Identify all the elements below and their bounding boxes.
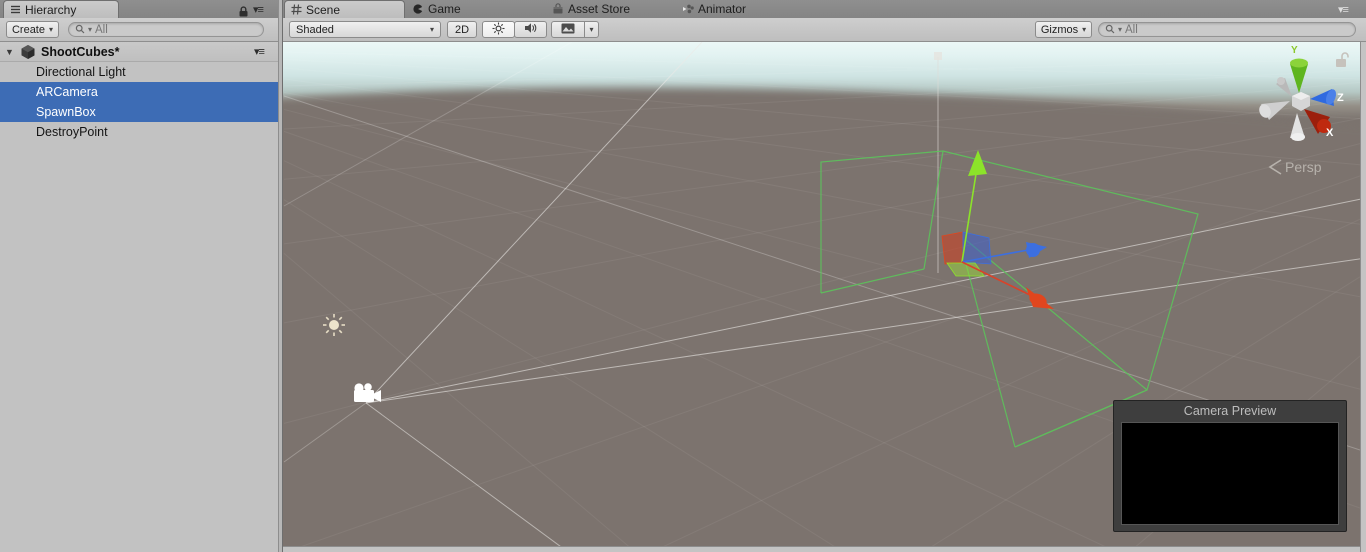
unity-editor-window: Hierarchy ▾≡ Create ▾ ▾ All ▼ ShootCubes… bbox=[0, 0, 1366, 552]
item-label: SpawnBox bbox=[36, 105, 96, 119]
create-button[interactable]: Create ▾ bbox=[6, 21, 59, 38]
tab-animator[interactable]: Animator bbox=[676, 0, 788, 18]
item-label: Directional Light bbox=[36, 65, 126, 79]
scene-header-row[interactable]: ▼ ShootCubes* ▾≡ bbox=[0, 42, 278, 62]
viewport-lock-icon[interactable] bbox=[1336, 52, 1349, 67]
scene-viewport[interactable]: Y Z X Persp Camera Preview bbox=[283, 42, 1360, 546]
create-button-label: Create bbox=[11, 23, 45, 36]
tab-scene[interactable]: Scene bbox=[284, 0, 405, 18]
camera-preview-panel: Camera Preview bbox=[1113, 400, 1347, 532]
tab-hierarchy-label: Hierarchy bbox=[25, 2, 77, 17]
move-gizmo-plane-x[interactable] bbox=[941, 231, 964, 265]
hierarchy-list-icon bbox=[10, 4, 21, 15]
scene-panel-menu-icon[interactable]: ▾≡ bbox=[1338, 3, 1349, 16]
hierarchy-item-arcamera[interactable]: ARCamera bbox=[0, 82, 278, 102]
chevron-down-icon: ▾ bbox=[589, 24, 594, 34]
axis-label-z: Z bbox=[1337, 92, 1344, 104]
chevron-down-icon: ▾ bbox=[429, 24, 434, 34]
hierarchy-search-placeholder: All bbox=[95, 23, 108, 36]
audio-toggle-button[interactable] bbox=[514, 21, 547, 38]
scene-grid-icon bbox=[291, 4, 302, 15]
lighting-toggle-button[interactable] bbox=[482, 21, 515, 38]
search-icon bbox=[1105, 24, 1116, 35]
hierarchy-search-input[interactable]: ▾ All bbox=[68, 22, 264, 37]
hierarchy-item-destroypoint[interactable]: DestroyPoint bbox=[0, 122, 278, 142]
directional-light-gizmo[interactable] bbox=[323, 314, 345, 336]
move-gizmo-arrow-z-cap bbox=[1026, 243, 1040, 257]
sun-icon bbox=[492, 22, 505, 38]
2d-toggle-button[interactable]: 2D bbox=[447, 21, 477, 38]
2d-label: 2D bbox=[454, 23, 470, 36]
effects-toggle-button[interactable] bbox=[551, 21, 585, 38]
gizmos-label: Gizmos bbox=[1040, 23, 1079, 36]
search-filter-caret-icon: ▾ bbox=[1118, 24, 1123, 34]
draw-mode-dropdown[interactable]: Shaded ▾ bbox=[289, 21, 441, 38]
gizmos-dropdown[interactable]: Gizmos ▾ bbox=[1035, 21, 1092, 38]
axis-label-x: X bbox=[1326, 127, 1334, 139]
chevron-down-icon: ▾ bbox=[1082, 24, 1087, 34]
camera-preview-title: Camera Preview bbox=[1183, 404, 1277, 418]
tab-game[interactable]: Game bbox=[406, 0, 527, 18]
draw-mode-label: Shaded bbox=[296, 23, 334, 36]
hierarchy-panel-menu-icon[interactable]: ▾≡ bbox=[253, 3, 264, 16]
scene-name-label: ShootCubes* bbox=[41, 45, 120, 59]
hierarchy-tabstrip: Hierarchy ▾≡ bbox=[0, 0, 278, 18]
animator-icon bbox=[682, 3, 694, 15]
game-icon bbox=[412, 3, 424, 15]
hierarchy-item-spawnbox[interactable]: SpawnBox bbox=[0, 102, 278, 122]
scene-header-menu-icon[interactable]: ▾≡ bbox=[254, 45, 265, 58]
scene-tabstrip: Scene Game Asset Store Animator ▾≡ bbox=[283, 0, 1366, 18]
search-filter-caret-icon: ▾ bbox=[88, 24, 93, 34]
tab-hierarchy[interactable]: Hierarchy bbox=[3, 0, 119, 18]
scene-search-placeholder: All bbox=[1125, 23, 1138, 36]
chevron-down-icon: ▾ bbox=[49, 24, 54, 34]
camera-preview-screen bbox=[1121, 422, 1339, 525]
window-right-edge bbox=[1360, 42, 1366, 552]
image-icon bbox=[561, 23, 575, 37]
speaker-icon bbox=[524, 22, 538, 37]
projection-label: Persp bbox=[1285, 159, 1322, 175]
effects-dropdown-button[interactable]: ▾ bbox=[584, 21, 599, 38]
scene-search-input[interactable]: ▾ All bbox=[1098, 22, 1356, 37]
hierarchy-toolbar: Create ▾ ▾ All bbox=[0, 18, 278, 42]
tab-game-label: Game bbox=[428, 2, 461, 16]
foldout-triangle-icon[interactable]: ▼ bbox=[5, 47, 14, 57]
tab-asset-store[interactable]: Asset Store bbox=[546, 0, 676, 18]
tab-scene-label: Scene bbox=[306, 2, 341, 17]
tab-asset-store-label: Asset Store bbox=[568, 2, 631, 16]
scene-toolbar: Shaded ▾ 2D ▾ Gizmos ▾ ▾ All bbox=[283, 18, 1366, 42]
asset-store-icon bbox=[552, 3, 564, 15]
item-label: ARCamera bbox=[36, 85, 98, 99]
tab-animator-label: Animator bbox=[698, 2, 747, 16]
search-icon bbox=[75, 24, 86, 35]
axis-label-y: Y bbox=[1291, 45, 1298, 56]
hierarchy-item-directional-light[interactable]: Directional Light bbox=[0, 62, 278, 82]
window-bottom-edge bbox=[283, 546, 1360, 552]
item-label: DestroyPoint bbox=[36, 125, 108, 139]
